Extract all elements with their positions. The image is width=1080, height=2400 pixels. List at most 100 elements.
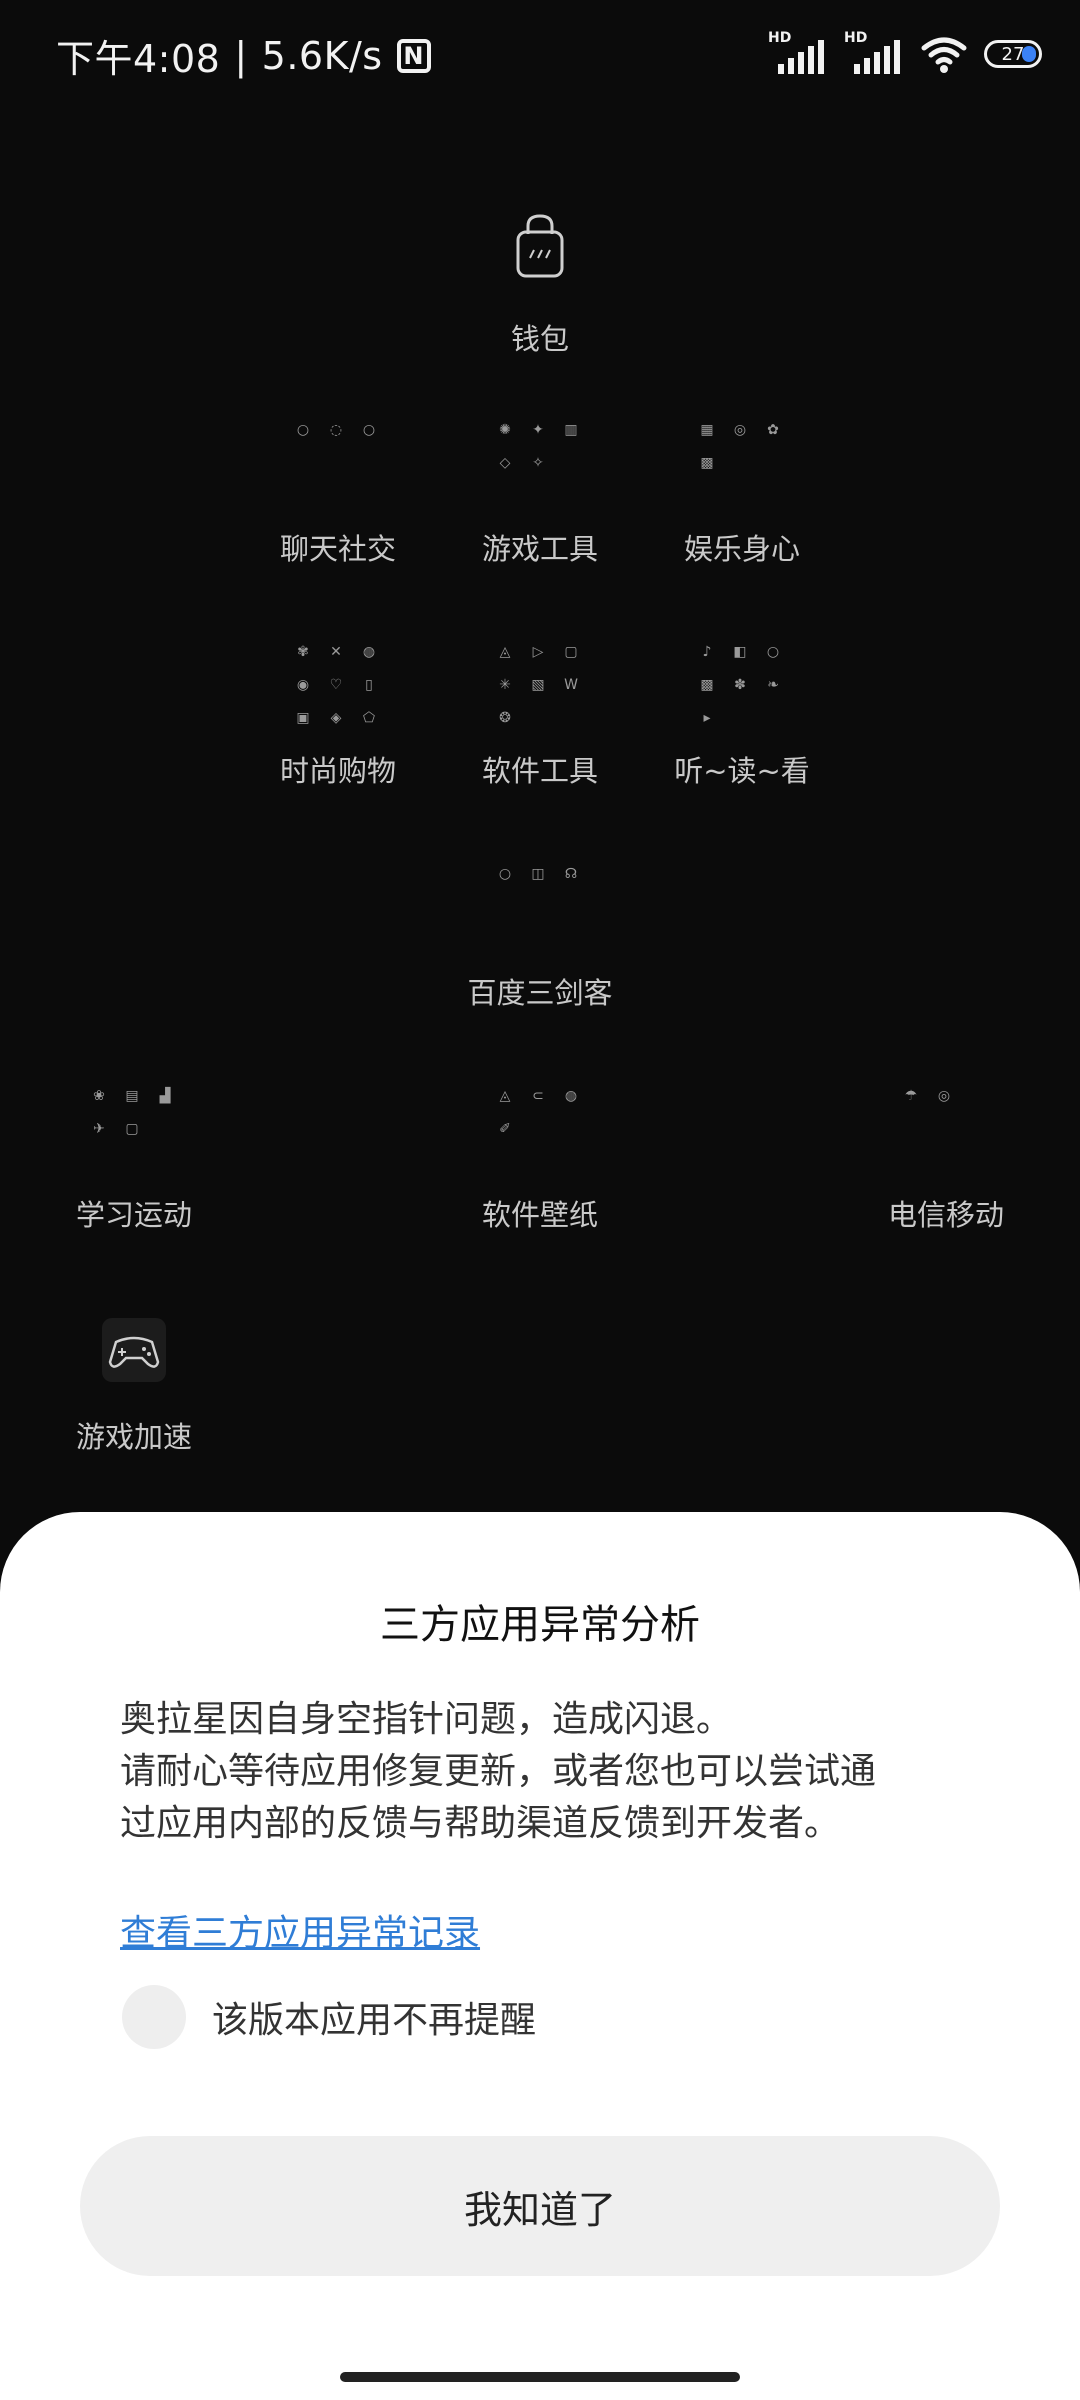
- dialog-message-line: 奥拉星因自身空指针问题，造成闪退。: [120, 1699, 733, 1740]
- status-time: 下午4:08: [56, 37, 221, 81]
- dont-remind-label: 该版本应用不再提醒: [212, 2000, 537, 2041]
- battery-icon: 27: [984, 40, 1042, 68]
- app-mini-icon: ○: [296, 422, 310, 438]
- folder-telecom[interactable]: ☂ ◎ 电信移动: [846, 1076, 1046, 1234]
- app-mini-icon: ✈: [93, 1121, 105, 1137]
- folder-label-study-sport: 学习运动: [75, 1198, 192, 1232]
- app-mini-icon: ▷: [532, 644, 544, 660]
- folder-shopping[interactable]: ✾ ✕ ◍ ◉ ♡ ▯ ▣ ◈ ⬠ 时尚购物: [238, 632, 438, 790]
- app-mini-icon: ◈: [330, 710, 342, 726]
- app-mini-icon: ◫: [531, 866, 545, 882]
- folder-label-software-tools: 软件工具: [481, 754, 598, 788]
- app-mini-icon: ◍: [564, 1088, 578, 1104]
- dont-remind-checkbox[interactable]: [122, 1985, 186, 2049]
- folder-label-chat: 聊天社交: [279, 532, 396, 566]
- app-mini-icon: ◎: [733, 422, 747, 438]
- dialog-message-line: 请耐心等待应用修复更新，或者您也可以尝试通: [120, 1751, 877, 1792]
- signal-icon-2: HD: [844, 30, 904, 74]
- app-mini-icon: ◎: [937, 1088, 951, 1104]
- app-mini-icon: ⬠: [362, 710, 376, 726]
- app-mini-icon: ♪: [702, 644, 712, 660]
- folder-label-listen-read-watch: 听~读~看: [674, 754, 810, 788]
- app-mini-icon: ▢: [125, 1121, 139, 1137]
- folder-game-tools[interactable]: ✺ ✦ ▥ ◇ ✧ 游戏工具: [440, 410, 640, 568]
- folder-label-software-wallpaper: 软件壁纸: [481, 1198, 598, 1232]
- app-mini-icon: ✺: [499, 422, 511, 438]
- app-mini-icon: ○: [766, 644, 780, 660]
- app-mini-icon: ⊂: [532, 1088, 544, 1104]
- home-indicator[interactable]: [340, 2372, 740, 2382]
- app-mini-icon: ✳: [499, 677, 511, 693]
- app-mini-icon: ✽: [734, 677, 746, 693]
- app-mini-icon: ◬: [499, 644, 511, 660]
- app-mini-icon: ✦: [532, 422, 544, 438]
- app-mini-icon: ▥: [564, 422, 578, 438]
- app-mini-icon: ◉: [296, 677, 310, 693]
- app-mini-icon: ▢: [564, 644, 578, 660]
- folder-label-wallet: 钱包: [510, 322, 569, 356]
- app-mini-icon: ▩: [700, 455, 714, 471]
- status-separator: |: [234, 33, 248, 78]
- app-mini-icon: ◌: [329, 422, 343, 438]
- view-crash-records-link[interactable]: 查看三方应用异常记录: [120, 1904, 480, 1956]
- app-mini-icon: ❂: [499, 710, 511, 726]
- got-it-button[interactable]: 我知道了: [80, 2136, 1000, 2276]
- app-mini-icon: ◇: [499, 455, 511, 471]
- folder-study-sport[interactable]: ❀ ▤ ▟ ✈ ▢ 学习运动: [34, 1076, 234, 1234]
- app-mini-icon: ◬: [499, 1088, 511, 1104]
- app-mini-icon: ▯: [365, 677, 373, 693]
- status-net-speed: 5.6K/s: [261, 33, 383, 78]
- folder-listen-read-watch[interactable]: ♪ ◧ ○ ▩ ✽ ❧ ▸ 听~读~看: [642, 632, 842, 790]
- app-mini-icon: W: [564, 677, 578, 693]
- folder-preview: ◬ ⊂ ◍ ✐: [440, 1076, 640, 1186]
- app-game-boost[interactable]: 游戏加速: [34, 1298, 234, 1456]
- app-mini-icon: ▸: [703, 710, 711, 726]
- app-mini-icon: ♡: [329, 677, 343, 693]
- app-mini-icon: ○: [498, 866, 512, 882]
- folder-label-game-tools: 游戏工具: [481, 532, 598, 566]
- app-mini-icon: ✿: [767, 422, 779, 438]
- battery-level: 27: [1001, 43, 1025, 65]
- folder-preview: ▦ ◎ ✿ ▩: [642, 410, 842, 520]
- app-label-game-boost: 游戏加速: [75, 1420, 192, 1454]
- folder-wallet[interactable]: 钱包: [440, 200, 640, 358]
- app-mini-icon: ▧: [531, 677, 545, 693]
- folder-label-entertainment: 娱乐身心: [683, 532, 800, 566]
- folder-preview: ✾ ✕ ◍ ◉ ♡ ▯ ▣ ◈ ⬠: [238, 632, 438, 742]
- folder-software-tools[interactable]: ◬ ▷ ▢ ✳ ▧ W ❂ 软件工具: [440, 632, 640, 790]
- folder-preview: ○ ◫ ☊: [440, 854, 640, 964]
- folder-software-wallpaper[interactable]: ◬ ⊂ ◍ ✐ 软件壁纸: [440, 1076, 640, 1234]
- folder-baidu[interactable]: ○ ◫ ☊ 百度三剑客: [440, 854, 640, 1012]
- folder-preview: [34, 1298, 234, 1408]
- app-mini-icon: ▣: [296, 710, 310, 726]
- dont-remind-row[interactable]: 该版本应用不再提醒: [122, 1985, 536, 2049]
- folder-preview: ♪ ◧ ○ ▩ ✽ ❧ ▸: [642, 632, 842, 742]
- folder-preview: ✺ ✦ ▥ ◇ ✧: [440, 410, 640, 520]
- folder-preview: ◬ ▷ ▢ ✳ ▧ W ❂: [440, 632, 640, 742]
- wallet-bag-icon: [516, 214, 564, 278]
- folder-entertainment[interactable]: ▦ ◎ ✿ ▩ 娱乐身心: [642, 410, 842, 568]
- app-mini-icon: ✧: [532, 455, 544, 471]
- app-mini-icon: ✐: [499, 1121, 511, 1137]
- folder-preview: ☂ ◎: [846, 1076, 1046, 1186]
- folder-chat[interactable]: ○ ◌ ○ 聊天社交: [238, 410, 438, 568]
- wifi-icon: [921, 37, 967, 73]
- app-mini-icon: ▩: [700, 677, 714, 693]
- app-mini-icon: ❀: [93, 1088, 105, 1104]
- app-mini-icon: ✾: [297, 644, 309, 660]
- app-mini-icon: ▤: [125, 1088, 139, 1104]
- dialog-message: 奥拉星因自身空指针问题，造成闪退。 请耐心等待应用修复更新，或者您也可以尝试通 …: [120, 1694, 980, 1850]
- folder-label-baidu: 百度三剑客: [467, 976, 613, 1010]
- app-mini-icon: ❧: [767, 677, 779, 693]
- status-bar: 下午4:08 | 5.6K/s N HD HD 27: [0, 0, 1080, 110]
- app-mini-icon: ▦: [700, 422, 714, 438]
- app-mini-icon: ☊: [564, 866, 578, 882]
- app-mini-icon: ▟: [159, 1088, 171, 1104]
- app-mini-icon: ○: [362, 422, 376, 438]
- folder-preview: ○ ◌ ○: [238, 410, 438, 520]
- folder-preview: ❀ ▤ ▟ ✈ ▢: [34, 1076, 234, 1186]
- app-mini-icon: ✕: [330, 644, 342, 660]
- folder-label-telecom: 电信移动: [887, 1198, 1004, 1232]
- status-left: 下午4:08 | 5.6K/s N: [56, 28, 431, 83]
- crash-analysis-dialog: 三方应用异常分析 奥拉星因自身空指针问题，造成闪退。 请耐心等待应用修复更新，或…: [0, 1512, 1080, 2400]
